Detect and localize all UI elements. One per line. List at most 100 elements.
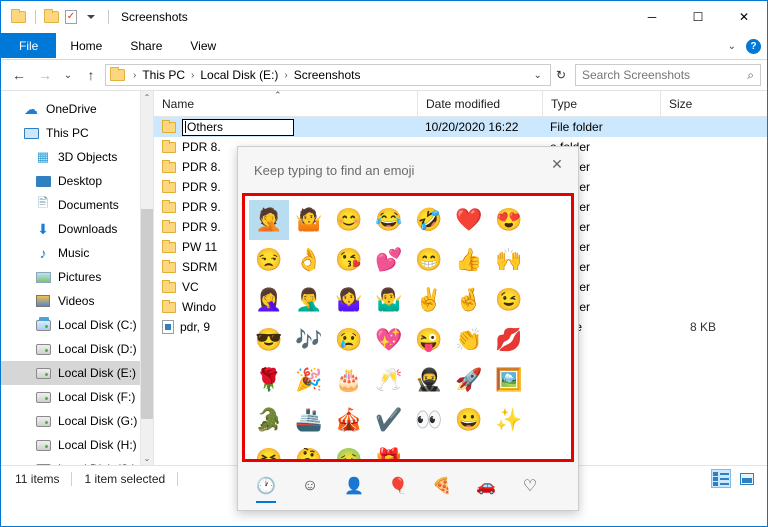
- symbols-tab[interactable]: ♡: [516, 468, 544, 504]
- emoji-eyes[interactable]: 👀: [409, 400, 449, 440]
- sidebar-item-local-disk-h[interactable]: Local Disk (H:): [1, 433, 153, 457]
- search-box[interactable]: ⌕: [575, 64, 761, 86]
- emoji-sparkles[interactable]: ✨: [489, 400, 529, 440]
- emoji-man-shrugging[interactable]: 🤷‍♂️: [369, 280, 409, 320]
- emoji-smiling-face-heart-eyes[interactable]: 😍: [489, 200, 529, 240]
- emoji-sparkling-heart[interactable]: 💖: [369, 320, 409, 360]
- transport-tab[interactable]: 🚗: [472, 468, 500, 504]
- column-header-size[interactable]: Size: [660, 91, 738, 117]
- recent-tab[interactable]: 🕐: [252, 468, 280, 504]
- emoji-grinning-squinting-face[interactable]: 😆: [249, 440, 289, 460]
- tab-view[interactable]: View: [176, 33, 230, 58]
- address-dropdown-icon[interactable]: ⌄: [530, 70, 546, 81]
- nav-scroll-up-icon[interactable]: ⌃: [141, 91, 153, 104]
- recent-locations-button[interactable]: ⌄: [59, 63, 77, 87]
- breadcrumb-local-disk-e[interactable]: Local Disk (E:): [198, 68, 280, 82]
- emoji-close-icon[interactable]: ✕: [542, 151, 572, 177]
- sidebar-item-onedrive[interactable]: ☁ OneDrive: [1, 97, 153, 121]
- emoji-party-popper[interactable]: 🎉: [289, 360, 329, 400]
- sidebar-item-videos[interactable]: Videos: [1, 289, 153, 313]
- large-icons-view-button[interactable]: [737, 469, 757, 488]
- emoji-person-facepalming[interactable]: 🤦: [249, 200, 289, 240]
- emoji-crocodile[interactable]: 🐊: [249, 400, 289, 440]
- emoji-birthday-cake[interactable]: 🎂: [329, 360, 369, 400]
- up-button[interactable]: ↑: [79, 63, 103, 87]
- emoji-face-with-tears-of-joy[interactable]: 😂: [369, 200, 409, 240]
- emoji-red-heart[interactable]: ❤️: [449, 200, 489, 240]
- breadcrumb-separator-1[interactable]: ›: [189, 70, 196, 81]
- sidebar-item-this-pc[interactable]: This PC: [1, 121, 153, 145]
- sidebar-item-local-disk-g[interactable]: Local Disk (G:): [1, 409, 153, 433]
- breadcrumb-separator-2[interactable]: ›: [282, 70, 289, 81]
- column-header-date-modified[interactable]: Date modified: [417, 91, 542, 117]
- emoji-victory-hand[interactable]: ✌️: [409, 280, 449, 320]
- sidebar-item-downloads[interactable]: ⬇ Downloads: [1, 217, 153, 241]
- breadcrumb-separator-0[interactable]: ›: [131, 70, 138, 81]
- food-tab[interactable]: 🍕: [428, 468, 456, 504]
- emoji-crying-face[interactable]: 😢: [329, 320, 369, 360]
- emoji-thinking-face[interactable]: 🤔: [289, 440, 329, 460]
- emoji-musical-notes[interactable]: 🎶: [289, 320, 329, 360]
- people-tab[interactable]: 👤: [340, 468, 368, 504]
- emoji-unamused-face[interactable]: 😒: [249, 240, 289, 280]
- sidebar-item-desktop[interactable]: Desktop: [1, 169, 153, 193]
- quick-access-properties-icon[interactable]: ✓: [62, 8, 80, 26]
- sidebar-item-local-disk-d[interactable]: Local Disk (D:): [1, 337, 153, 361]
- emoji-grinning-face[interactable]: 😀: [449, 400, 489, 440]
- column-header-type[interactable]: Type: [542, 91, 660, 117]
- emoji-smiling-face-with-sunglasses[interactable]: 😎: [249, 320, 289, 360]
- emoji-rolling-on-the-floor-laughing[interactable]: 🤣: [409, 200, 449, 240]
- column-header-name[interactable]: Name ⌃: [154, 91, 417, 117]
- emoji-person-shrugging[interactable]: 🤷: [289, 200, 329, 240]
- emoji-circus-tent[interactable]: 🎪: [329, 400, 369, 440]
- minimize-button[interactable]: ─: [629, 1, 675, 33]
- emoji-thumbs-up[interactable]: 👍: [449, 240, 489, 280]
- emoji-face-blowing-a-kiss[interactable]: 😘: [329, 240, 369, 280]
- emoji-winking-face[interactable]: 😉: [489, 280, 529, 320]
- emoji-man-facepalming[interactable]: 🤦‍♂️: [289, 280, 329, 320]
- emoji-rose[interactable]: 🌹: [249, 360, 289, 400]
- emoji-framed-picture[interactable]: 🖼️: [489, 360, 529, 400]
- rename-input[interactable]: Others: [182, 118, 294, 136]
- emoji-rocket[interactable]: 🚀: [449, 360, 489, 400]
- breadcrumb-this-pc[interactable]: This PC: [140, 68, 187, 82]
- sidebar-item-local-disk-s[interactable]: Local Disk (S:): [1, 457, 153, 465]
- search-icon[interactable]: ⌕: [747, 68, 754, 83]
- emoji-ninja[interactable]: 🥷: [409, 360, 449, 400]
- close-button[interactable]: ✕: [721, 1, 767, 33]
- emoji-raising-hands[interactable]: 🙌: [489, 240, 529, 280]
- search-input[interactable]: [582, 68, 748, 82]
- emoji-ok-hand[interactable]: 👌: [289, 240, 329, 280]
- breadcrumb[interactable]: › This PC › Local Disk (E:) › Screenshot…: [105, 64, 551, 86]
- expand-ribbon-chevron-icon[interactable]: ⌄: [728, 41, 736, 52]
- sidebar-item-local-disk-e[interactable]: Local Disk (E:): [1, 361, 153, 385]
- sidebar-item-local-disk-f[interactable]: Local Disk (F:): [1, 385, 153, 409]
- maximize-button[interactable]: ☐: [675, 1, 721, 33]
- tab-share[interactable]: Share: [116, 33, 176, 58]
- smileys-tab[interactable]: ☺: [296, 468, 324, 504]
- celebration-tab[interactable]: 🎈: [384, 468, 412, 504]
- details-view-button[interactable]: [711, 469, 731, 488]
- emoji-two-hearts[interactable]: 💕: [369, 240, 409, 280]
- tab-file[interactable]: File: [1, 33, 57, 58]
- sidebar-item-local-disk-c[interactable]: Local Disk (C:): [1, 313, 153, 337]
- emoji-crossed-fingers[interactable]: 🤞: [449, 280, 489, 320]
- emoji-clinking-glasses[interactable]: 🥂: [369, 360, 409, 400]
- emoji-check-mark[interactable]: ✔️: [369, 400, 409, 440]
- sidebar-item-pictures[interactable]: Pictures: [1, 265, 153, 289]
- back-button[interactable]: ←: [7, 63, 31, 87]
- tab-home[interactable]: Home: [56, 33, 116, 58]
- quick-access-new-folder-icon[interactable]: [42, 8, 60, 26]
- emoji-winking-face-with-tongue[interactable]: 😜: [409, 320, 449, 360]
- nav-scroll-thumb[interactable]: [141, 209, 153, 419]
- sidebar-item-music[interactable]: ♪ Music: [1, 241, 153, 265]
- breadcrumb-screenshots[interactable]: Screenshots: [292, 68, 363, 82]
- emoji-clapping-hands[interactable]: 👏: [449, 320, 489, 360]
- table-row[interactable]: Others 10/20/2020 16:22 File folder: [154, 117, 767, 137]
- sidebar-item-documents[interactable]: 🖹 Documents: [1, 193, 153, 217]
- nav-scroll-down-icon[interactable]: ⌄: [141, 452, 153, 465]
- navigation-scrollbar[interactable]: ⌃ ⌄: [140, 91, 153, 465]
- emoji-kiss-mark[interactable]: 💋: [489, 320, 529, 360]
- emoji-woman-facepalming[interactable]: 🤦‍♀️: [249, 280, 289, 320]
- refresh-button[interactable]: ↻: [553, 68, 569, 82]
